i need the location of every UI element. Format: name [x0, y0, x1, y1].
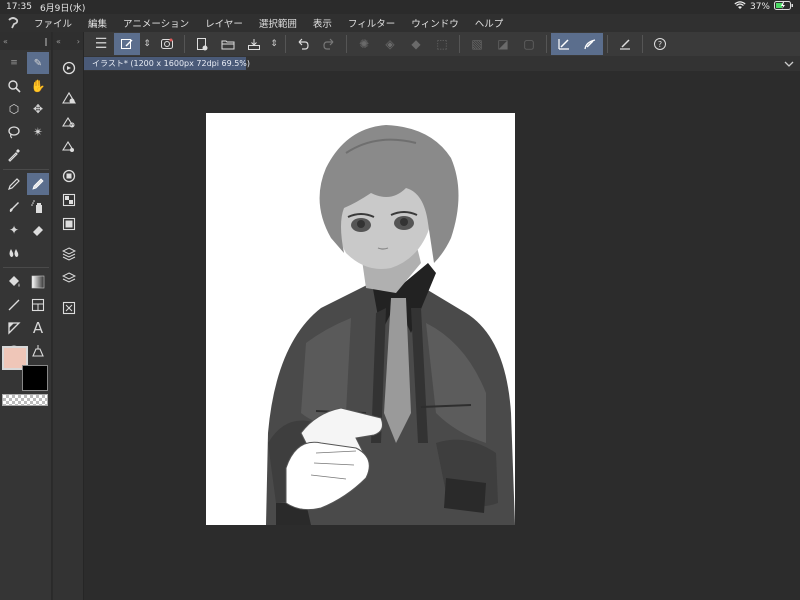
pencil-icon[interactable]: [27, 173, 49, 195]
layer-search-icon[interactable]: [53, 110, 84, 134]
snap-grid-icon[interactable]: [612, 33, 638, 55]
redo-icon[interactable]: [316, 33, 342, 55]
collapse-left-icon[interactable]: «: [3, 37, 8, 46]
status-right: 37%: [734, 1, 794, 13]
battery-percent: 37%: [749, 2, 770, 12]
fill-icon[interactable]: [3, 271, 25, 293]
lasso-icon[interactable]: [3, 121, 25, 143]
sub-color-swatch[interactable]: [22, 365, 48, 391]
color-area: [2, 346, 50, 396]
blend-icon[interactable]: [3, 242, 25, 264]
palette-column-header: « ›: [53, 32, 83, 50]
up-down-arrows-icon[interactable]: ⇕: [140, 33, 154, 55]
open-folder-icon[interactable]: [215, 33, 241, 55]
pen-icon[interactable]: [3, 173, 25, 195]
document-tab-bar: イラスト* (1200 x 1600px 72dpi 69.5%): [84, 56, 800, 71]
artboard[interactable]: [206, 113, 515, 525]
layers-icon[interactable]: [53, 242, 84, 266]
menu-help[interactable]: ヘルプ: [467, 16, 512, 30]
layers-stack-icon[interactable]: [53, 266, 84, 290]
onion-skin-icon[interactable]: [154, 33, 180, 55]
tools-grid: ≡ ✎ ✋ ⬡ ✥ ✴ ✦ A: [0, 50, 51, 364]
blank-tool-slot: [27, 144, 49, 166]
menu-icon[interactable]: ☰: [88, 33, 114, 55]
invert-selection-icon[interactable]: ◆: [403, 33, 429, 55]
ruler-icon[interactable]: [3, 317, 25, 339]
eraser-icon[interactable]: [27, 219, 49, 241]
magic-wand-icon[interactable]: ✴: [27, 121, 49, 143]
clock: 17:35: [6, 2, 32, 12]
clip-studio-logo-icon[interactable]: [0, 14, 26, 32]
gradient-icon[interactable]: [27, 271, 49, 293]
brush-icon[interactable]: [3, 196, 25, 218]
collapse-icon[interactable]: «: [56, 37, 61, 46]
tool-menu-icon[interactable]: ≡: [3, 52, 25, 74]
expand-icon[interactable]: ›: [77, 37, 80, 46]
battery-charging-icon: [774, 1, 794, 13]
line-figure-icon[interactable]: [3, 294, 25, 316]
transform-icon[interactable]: ⬚: [429, 33, 455, 55]
layer-property-icon[interactable]: [53, 86, 84, 110]
panel-grip-icon[interactable]: ‖: [44, 37, 48, 46]
menu-bar: ファイル 編集 アニメーション レイヤー 選択範囲 表示 フィルター ウィンドウ…: [0, 14, 800, 32]
clear-layer-icon[interactable]: ✺: [351, 33, 377, 55]
quick-access-icon[interactable]: [114, 33, 140, 55]
tool-separator: [3, 169, 49, 170]
date: 6月9日(水): [39, 3, 86, 14]
deselect-icon[interactable]: ▧: [464, 33, 490, 55]
command-bar: ☰ ⇕ ⇕ ✺ ◈ ◆ ⬚ ▧ ◪ ▢ ?: [84, 32, 800, 56]
layer-search-2-icon[interactable]: [53, 134, 84, 158]
menu-window[interactable]: ウィンドウ: [403, 16, 467, 30]
tool-panel: « ‖ ≡ ✎ ✋ ⬡ ✥ ✴ ✦ A: [0, 32, 52, 600]
text-icon[interactable]: A: [27, 317, 49, 339]
snap-ruler-icon[interactable]: [551, 33, 577, 55]
zoom-icon[interactable]: [3, 75, 25, 97]
sub-view-icon[interactable]: [53, 212, 84, 236]
menu-view[interactable]: 表示: [305, 16, 340, 30]
hand-icon[interactable]: ✋: [27, 75, 49, 97]
fill-selection-icon[interactable]: ◈: [377, 33, 403, 55]
up-down-arrows-icon-2[interactable]: ⇕: [267, 33, 281, 55]
menu-edit[interactable]: 編集: [80, 16, 115, 30]
undo-icon[interactable]: [290, 33, 316, 55]
illustration: [266, 125, 515, 525]
tool-panel-header: « ‖: [0, 32, 51, 50]
object-select-icon[interactable]: ⬡: [3, 98, 25, 120]
save-icon[interactable]: [241, 33, 267, 55]
menu-filter[interactable]: フィルター: [340, 16, 403, 30]
material-icon[interactable]: [53, 164, 84, 188]
menu-selection[interactable]: 選択範囲: [251, 16, 305, 30]
decoration-icon[interactable]: ✦: [3, 219, 25, 241]
tool-pencil-icon-top[interactable]: ✎: [27, 52, 49, 74]
document-tab-label: イラスト* (1200 x 1600px 72dpi 69.5%): [92, 59, 251, 68]
move-icon[interactable]: ✥: [27, 98, 49, 120]
show-selection-icon[interactable]: ▢: [516, 33, 542, 55]
frame-border-icon[interactable]: [27, 294, 49, 316]
status-bar: 17:35 6月9日(水) 37%: [0, 0, 800, 14]
tool-separator: [3, 267, 49, 268]
svg-text:?: ?: [658, 40, 662, 49]
transparent-color-swatch[interactable]: [2, 394, 48, 406]
chevron-down-icon[interactable]: [784, 56, 794, 71]
navigator-icon[interactable]: [53, 56, 84, 80]
canvas-area[interactable]: [84, 71, 800, 600]
menu-file[interactable]: ファイル: [26, 16, 80, 30]
wifi-icon: [734, 1, 746, 13]
blank-tool-slot-2: [27, 242, 49, 264]
menu-layer[interactable]: レイヤー: [197, 16, 251, 30]
menu-animation[interactable]: アニメーション: [115, 16, 197, 30]
tool-property-icon[interactable]: [53, 188, 84, 212]
eyedropper-icon[interactable]: [3, 144, 25, 166]
new-canvas-icon[interactable]: [189, 33, 215, 55]
document-tab[interactable]: イラスト* (1200 x 1600px 72dpi 69.5%): [84, 57, 250, 70]
help-icon[interactable]: ?: [647, 33, 673, 55]
airbrush-icon[interactable]: [27, 196, 49, 218]
canvas-icon[interactable]: [53, 296, 84, 320]
palette-column: « ›: [53, 32, 84, 600]
hide-selection-icon[interactable]: ◪: [490, 33, 516, 55]
snap-special-ruler-icon[interactable]: [577, 33, 603, 55]
